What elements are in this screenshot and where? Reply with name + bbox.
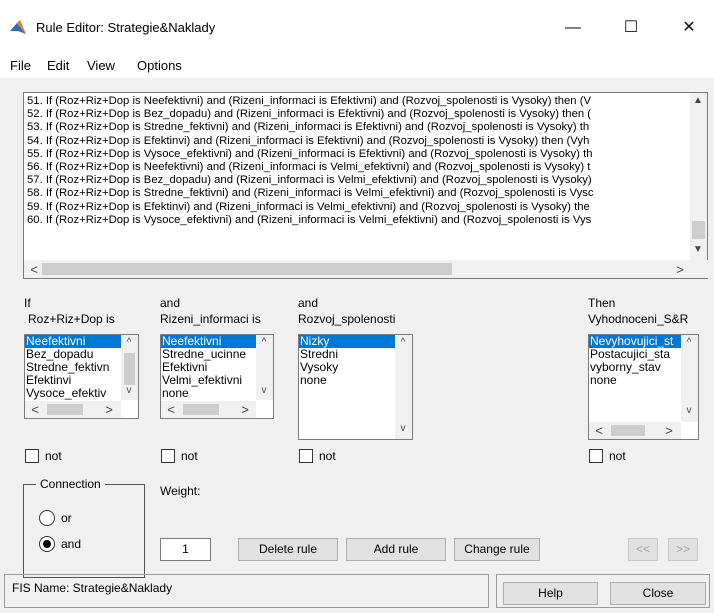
- scroll-up-icon[interactable]: ^: [121, 337, 137, 348]
- output-not-checkbox[interactable]: [589, 449, 603, 463]
- list-item[interactable]: Nizky: [299, 335, 395, 348]
- rules-text: 51. If (Roz+Riz+Dop is Neefektivni) and …: [27, 95, 687, 255]
- list-vscroll[interactable]: ^ v: [681, 335, 698, 422]
- input2-listbox[interactable]: Neefektivni Stredne_ucinne Efektivni Vel…: [160, 334, 274, 419]
- rule-line[interactable]: 54. If (Roz+Riz+Dop is Efektinvi) and (R…: [27, 135, 687, 148]
- matlab-icon: [10, 20, 26, 34]
- scroll-thumb[interactable]: [124, 353, 135, 385]
- fis-name-text: FIS Name: Strategie&Naklady: [12, 581, 173, 595]
- list-vscroll[interactable]: ^ v: [121, 335, 138, 400]
- or-label: or: [61, 511, 72, 525]
- scroll-thumb[interactable]: [42, 263, 452, 275]
- scroll-right-icon[interactable]: >: [661, 423, 677, 438]
- input2-not-label: not: [181, 449, 198, 463]
- input3-not-checkbox[interactable]: [299, 449, 313, 463]
- delete-rule-button[interactable]: Delete rule: [238, 538, 338, 561]
- input1-name: Roz+Riz+Dop is: [28, 312, 115, 326]
- menu-edit[interactable]: Edit: [47, 58, 69, 73]
- menu-options[interactable]: Options: [137, 58, 182, 73]
- scroll-corner: [692, 260, 709, 278]
- list-vscroll[interactable]: ^ v: [256, 335, 273, 400]
- radio-selected-dot: [43, 540, 51, 548]
- add-rule-button[interactable]: Add rule: [346, 538, 446, 561]
- menu-bar: File Edit View Options: [0, 56, 714, 78]
- scroll-right-icon[interactable]: >: [237, 402, 253, 417]
- scroll-thumb[interactable]: [183, 404, 219, 415]
- connection-group: [23, 484, 145, 578]
- rule-line[interactable]: 53. If (Roz+Riz+Dop is Stredne_fektivni)…: [27, 121, 687, 134]
- scroll-up-icon[interactable]: ▲: [690, 95, 706, 106]
- change-rule-button[interactable]: Change rule: [454, 538, 540, 561]
- list-hscroll[interactable]: < >: [25, 401, 121, 418]
- minimize-button[interactable]: —: [558, 14, 588, 42]
- input1-not-label: not: [45, 449, 62, 463]
- and-radio[interactable]: [39, 536, 55, 552]
- weight-label: Weight:: [160, 484, 201, 498]
- weight-input[interactable]: 1: [160, 538, 211, 561]
- menu-file[interactable]: File: [10, 58, 31, 73]
- rules-vertical-scrollbar[interactable]: ▲ ▼: [690, 93, 707, 260]
- rule-line[interactable]: 52. If (Roz+Riz+Dop is Bez_dopadu) and (…: [27, 108, 687, 121]
- input2-prefix: and: [160, 296, 181, 310]
- scroll-left-icon[interactable]: <: [27, 402, 43, 417]
- scroll-down-icon[interactable]: v: [395, 423, 411, 434]
- rule-line[interactable]: 51. If (Roz+Riz+Dop is Neefektivni) and …: [27, 95, 687, 108]
- rules-horizontal-scrollbar[interactable]: < >: [24, 260, 692, 278]
- scroll-up-icon[interactable]: ^: [681, 337, 697, 348]
- input2-not-checkbox[interactable]: [161, 449, 175, 463]
- list-hscroll[interactable]: < >: [161, 401, 256, 418]
- scroll-down-icon[interactable]: v: [121, 385, 137, 396]
- scroll-left-icon[interactable]: <: [591, 423, 607, 438]
- input2-name: Rizeni_informaci is: [160, 312, 261, 326]
- help-button[interactable]: Help: [503, 582, 598, 605]
- output-prefix: Then: [588, 296, 616, 310]
- previous-rules-button[interactable]: <<: [628, 538, 658, 561]
- list-item[interactable]: Nevyhovujici_st: [589, 335, 681, 348]
- scroll-right-icon[interactable]: >: [672, 262, 688, 277]
- and-label: and: [61, 537, 82, 551]
- list-vscroll[interactable]: ^ v: [395, 335, 412, 439]
- input3-prefix: and: [298, 296, 319, 310]
- rule-line[interactable]: 55. If (Roz+Riz+Dop is Vysoce_efektivni)…: [27, 148, 687, 161]
- scroll-thumb[interactable]: [692, 221, 705, 239]
- scroll-left-icon[interactable]: <: [26, 262, 42, 277]
- maximize-button[interactable]: ☐: [616, 14, 646, 42]
- input3-name: Rozvoj_spolenosti: [298, 312, 396, 326]
- rule-line[interactable]: 56. If (Roz+Riz+Dop is Neefektivni) and …: [27, 161, 687, 174]
- scroll-right-icon[interactable]: >: [101, 402, 117, 417]
- scroll-thumb[interactable]: [47, 404, 83, 415]
- next-rules-button[interactable]: >>: [668, 538, 698, 561]
- output-name: Vyhodnoceni_S&R: [588, 312, 689, 326]
- window-title: Rule Editor: Strategie&Naklady: [36, 20, 216, 35]
- scroll-up-icon[interactable]: ^: [256, 337, 272, 348]
- input3-listbox[interactable]: Nizky Stredni Vysoky none ^ v: [298, 334, 413, 440]
- input3-not-label: not: [319, 449, 336, 463]
- menu-view[interactable]: View: [87, 58, 115, 73]
- rule-line[interactable]: 59. If (Roz+Riz+Dop is Efektinvi) and (R…: [27, 201, 687, 214]
- input1-not-checkbox[interactable]: [25, 449, 39, 463]
- scroll-left-icon[interactable]: <: [163, 402, 179, 417]
- list-hscroll[interactable]: < >: [589, 422, 681, 439]
- scroll-thumb[interactable]: [611, 425, 645, 436]
- scroll-down-icon[interactable]: ▼: [690, 244, 706, 255]
- input1-listbox[interactable]: Neefektivni Bez_dopadu Stredne_fektivn E…: [24, 334, 139, 419]
- close-window-button[interactable]: ✕: [674, 14, 704, 42]
- output-not-label: not: [609, 449, 626, 463]
- rule-line[interactable]: 58. If (Roz+Riz+Dop is Stredne_fektivni)…: [27, 187, 687, 200]
- input1-prefix: If: [24, 296, 31, 310]
- close-button[interactable]: Close: [610, 582, 706, 605]
- scroll-down-icon[interactable]: v: [681, 405, 697, 416]
- output-listbox[interactable]: Nevyhovujici_st Postacujici_sta vyborny_…: [588, 334, 699, 440]
- rules-list[interactable]: 51. If (Roz+Riz+Dop is Neefektivni) and …: [23, 92, 709, 279]
- scroll-up-icon[interactable]: ^: [395, 337, 411, 348]
- connection-title: Connection: [36, 477, 105, 491]
- or-radio[interactable]: [39, 510, 55, 526]
- rule-line[interactable]: 57. If (Roz+Riz+Dop is Bez_dopadu) and (…: [27, 174, 687, 187]
- rule-line[interactable]: 60. If (Roz+Riz+Dop is Vysoce_efektivni)…: [27, 214, 687, 227]
- scroll-down-icon[interactable]: v: [256, 385, 272, 396]
